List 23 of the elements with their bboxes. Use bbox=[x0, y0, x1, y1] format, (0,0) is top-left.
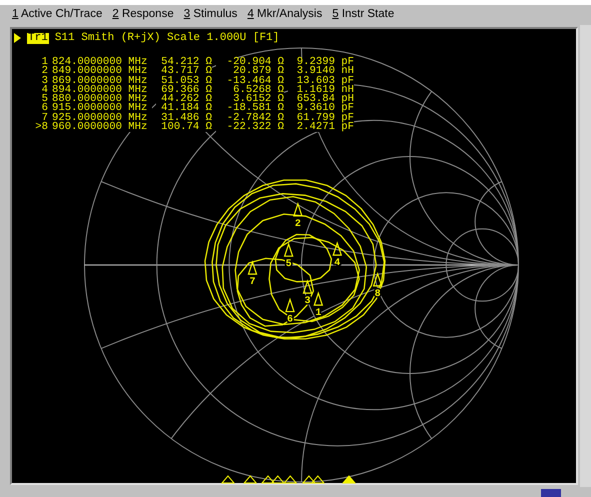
marker-resistance: 41.184 Ω bbox=[156, 104, 212, 114]
menu-item[interactable]: 1 Active Ch/Trace bbox=[12, 9, 102, 21]
active-trace-icon bbox=[14, 33, 21, 44]
menu-item[interactable]: 3 Stimulus bbox=[184, 9, 238, 21]
status-indicator bbox=[541, 489, 561, 497]
marker-icon[interactable] bbox=[248, 260, 258, 275]
marker-icon[interactable] bbox=[332, 241, 342, 256]
menu-item[interactable]: 4 Mkr/Analysis bbox=[247, 9, 322, 21]
marker-label: 8 bbox=[374, 288, 381, 300]
trace-title: S11 Smith (R+jX) Scale 1.000U [F1] bbox=[54, 31, 280, 46]
marker-frequency: 915.0000000 MHz bbox=[52, 104, 152, 114]
menu-item[interactable]: 2 Response bbox=[112, 9, 174, 21]
marker-label: 2 bbox=[294, 218, 301, 230]
marker-icon[interactable] bbox=[284, 242, 294, 257]
marker-icon[interactable] bbox=[314, 291, 324, 306]
trace-badge[interactable]: Tr1 bbox=[27, 32, 49, 44]
marker-reactance: -22.322 Ω bbox=[216, 123, 284, 132]
marker-icon[interactable] bbox=[285, 298, 295, 312]
marker-label: 7 bbox=[250, 277, 256, 288]
menu-item[interactable]: 5 Instr State bbox=[332, 9, 394, 21]
marker-icon[interactable] bbox=[293, 202, 303, 216]
marker-icon[interactable] bbox=[302, 279, 312, 294]
marker-icon[interactable] bbox=[372, 272, 382, 286]
